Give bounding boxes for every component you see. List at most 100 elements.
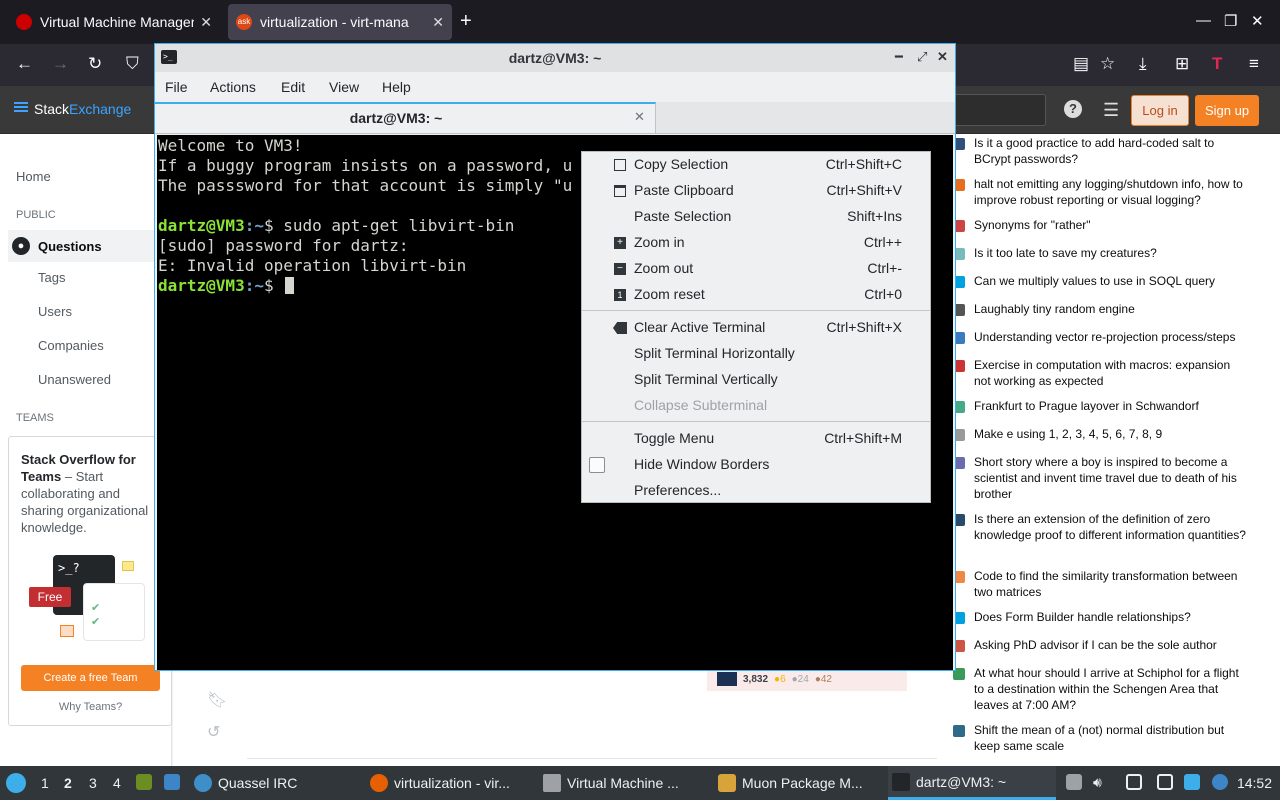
menu-item-clear-terminal[interactable]: Clear Active Terminal Ctrl+Shift+X bbox=[582, 315, 930, 341]
menu-edit[interactable]: Edit bbox=[281, 79, 305, 95]
menu-item-paste-selection[interactable]: Paste Selection Shift+Ins bbox=[582, 204, 930, 230]
hnq-item[interactable]: Is it a good practice to add hard-coded … bbox=[948, 135, 1248, 167]
hamburger-menu-icon[interactable]: ≡ bbox=[1249, 54, 1259, 74]
menu-item-zoom-in[interactable]: + Zoom in Ctrl++ bbox=[582, 230, 930, 256]
task-quassel-irc[interactable]: Quassel IRC bbox=[194, 766, 344, 800]
menu-item-zoom-reset[interactable]: 1 Zoom reset Ctrl+0 bbox=[582, 282, 930, 308]
hnq-item[interactable]: At what hour should I arrive at Schiphol… bbox=[948, 665, 1248, 713]
browser-tab-virtual-machine-manager[interactable]: Virtual Machine Manager ✕ bbox=[8, 4, 220, 40]
bookmark-icon[interactable]: 🔖︎ bbox=[207, 690, 227, 710]
inbox-icon[interactable]: ☰ bbox=[1103, 100, 1119, 121]
menu-help[interactable]: Help bbox=[382, 79, 411, 95]
hnq-item[interactable]: Frankfurt to Prague layover in Schwandor… bbox=[948, 398, 1248, 414]
download-icon[interactable]: ⤓ bbox=[1139, 54, 1147, 74]
task-virt-manager[interactable]: Virtual Machine ... bbox=[543, 766, 703, 800]
terminal-icon bbox=[892, 772, 910, 791]
app-launcher-icon[interactable] bbox=[6, 773, 26, 793]
nav-users[interactable]: Users bbox=[38, 304, 72, 319]
hnq-item[interactable]: Does Form Builder handle relationships? bbox=[948, 609, 1248, 625]
terminal-tab[interactable]: dartz@VM3: ~ ✕ bbox=[155, 102, 656, 133]
show-desktop-icon[interactable] bbox=[164, 774, 180, 790]
task-terminal[interactable]: dartz@VM3: ~ bbox=[888, 766, 1056, 800]
menu-item-paste-clipboard[interactable]: Paste Clipboard Ctrl+Shift+V bbox=[582, 178, 930, 204]
virtual-desktop-4[interactable]: 4 bbox=[113, 775, 121, 791]
reader-view-icon[interactable]: ▤ bbox=[1073, 54, 1089, 74]
updates-icon[interactable] bbox=[1184, 774, 1200, 790]
close-tab-icon[interactable]: ✕ bbox=[634, 109, 645, 125]
translate-icon[interactable]: ⊞ bbox=[1175, 54, 1189, 74]
close-window-icon[interactable]: ✕ bbox=[937, 49, 948, 65]
nav-unanswered[interactable]: Unanswered bbox=[38, 372, 111, 387]
hnq-item[interactable]: Understanding vector re-projection proce… bbox=[948, 329, 1248, 345]
virtual-desktop-3[interactable]: 3 bbox=[89, 775, 97, 791]
browser-tab-virtualization[interactable]: ask virtualization - virt-mana ✕ bbox=[228, 4, 452, 40]
hnq-item[interactable]: Short story where a boy is inspired to b… bbox=[948, 454, 1248, 502]
task-label: dartz@VM3: ~ bbox=[916, 773, 1007, 790]
why-teams-link[interactable]: Why Teams? bbox=[21, 701, 160, 713]
hnq-item[interactable]: Make e using 1, 2, 3, 4, 5, 6, 7, 8, 9 bbox=[948, 426, 1248, 442]
hnq-item[interactable]: halt not emitting any logging/shutdown i… bbox=[948, 176, 1248, 208]
nav-questions[interactable]: ● Questions bbox=[8, 230, 172, 262]
clock[interactable]: 14:52 bbox=[1237, 775, 1272, 791]
task-muon[interactable]: Muon Package M... bbox=[718, 766, 878, 800]
forward-icon[interactable]: → bbox=[52, 54, 69, 74]
close-window-icon[interactable]: ✕ bbox=[1251, 12, 1264, 30]
redhat-icon bbox=[16, 14, 32, 30]
hide-borders-checkbox[interactable] bbox=[589, 457, 605, 473]
maximize-icon[interactable]: ⤢ bbox=[917, 49, 927, 65]
minimize-icon[interactable]: — bbox=[1196, 12, 1211, 29]
hnq-item[interactable]: Synonyms for "rather" bbox=[948, 217, 1248, 233]
shield-icon[interactable]: ⛉ bbox=[126, 54, 139, 74]
task-firefox[interactable]: virtualization - vir... bbox=[370, 766, 530, 800]
menu-item-split-horizontally[interactable]: Split Terminal Horizontally bbox=[582, 341, 930, 367]
nav-home[interactable]: Home bbox=[16, 169, 51, 184]
nav-tags[interactable]: Tags bbox=[38, 270, 65, 285]
menu-item-preferences[interactable]: Preferences... bbox=[582, 478, 930, 504]
help-icon[interactable]: ? bbox=[1064, 100, 1082, 118]
menu-item-copy-selection[interactable]: Copy Selection Ctrl+Shift+C bbox=[582, 152, 930, 178]
hnq-item[interactable]: Shift the mean of a (not) normal distrib… bbox=[948, 722, 1248, 754]
new-tab-button[interactable]: + bbox=[460, 10, 472, 33]
close-tab-icon[interactable]: ✕ bbox=[432, 14, 444, 31]
hnq-item[interactable]: Code to find the similarity transformati… bbox=[948, 568, 1248, 600]
menu-item-split-vertically[interactable]: Split Terminal Vertically bbox=[582, 367, 930, 393]
signup-button[interactable]: Sign up bbox=[1195, 95, 1259, 126]
menu-item-hide-window-borders[interactable]: Hide Window Borders bbox=[582, 452, 930, 478]
extension-t-icon[interactable]: T bbox=[1212, 54, 1222, 74]
stackexchange-logo[interactable]: StackExchange bbox=[14, 101, 131, 117]
menu-item-toggle-menu[interactable]: Toggle Menu Ctrl+Shift+M bbox=[582, 426, 930, 452]
keyboard-icon[interactable] bbox=[1157, 774, 1173, 790]
hnq-item[interactable]: Is there an extension of the definition … bbox=[948, 511, 1248, 543]
nav-companies[interactable]: Companies bbox=[38, 338, 104, 353]
menu-item-zoom-out[interactable]: − Zoom out Ctrl+- bbox=[582, 256, 930, 282]
teams-prompt-text: >_? bbox=[58, 561, 80, 575]
menu-view[interactable]: View bbox=[329, 79, 359, 95]
hnq-item[interactable]: Is it too late to save my creatures? bbox=[948, 245, 1248, 261]
history-icon[interactable]: ↺ bbox=[207, 722, 220, 742]
terminal-titlebar[interactable]: >_ dartz@VM3: ~ ━ ⤢ ✕ bbox=[155, 44, 955, 72]
login-button[interactable]: Log in bbox=[1131, 95, 1189, 126]
terminal-tab-label: dartz@VM3: ~ bbox=[349, 110, 443, 126]
virtual-desktop-1[interactable]: 1 bbox=[41, 775, 49, 791]
bookmark-star-icon[interactable]: ☆ bbox=[1100, 54, 1115, 74]
back-icon[interactable]: ← bbox=[16, 54, 33, 74]
reload-icon[interactable]: ↻ bbox=[88, 54, 102, 74]
menu-file[interactable]: File bbox=[165, 79, 188, 95]
storage-icon[interactable] bbox=[1066, 774, 1082, 790]
network-icon[interactable] bbox=[1212, 774, 1228, 790]
hnq-item[interactable]: Exercise in computation with macros: exp… bbox=[948, 357, 1248, 389]
menu-actions[interactable]: Actions bbox=[210, 79, 256, 95]
hnq-item[interactable]: Can we multiply values to use in SOQL qu… bbox=[948, 273, 1248, 289]
file-manager-icon[interactable] bbox=[136, 774, 152, 790]
avatar[interactable] bbox=[717, 672, 737, 686]
virtual-desktop-2[interactable]: 2 bbox=[64, 775, 72, 791]
chat-bubble-icon bbox=[60, 625, 74, 637]
hnq-item[interactable]: Asking PhD advisor if I can be the sole … bbox=[948, 637, 1248, 653]
clipboard-icon[interactable] bbox=[1126, 774, 1142, 790]
hnq-item[interactable]: Laughably tiny random engine bbox=[948, 301, 1248, 317]
maximize-icon[interactable]: ❐ bbox=[1224, 12, 1237, 30]
minimize-icon[interactable]: ━ bbox=[895, 49, 903, 65]
volume-icon[interactable]: 🔊︎ bbox=[1093, 774, 1109, 790]
close-tab-icon[interactable]: ✕ bbox=[200, 14, 212, 31]
create-team-button[interactable]: Create a free Team bbox=[21, 665, 160, 691]
